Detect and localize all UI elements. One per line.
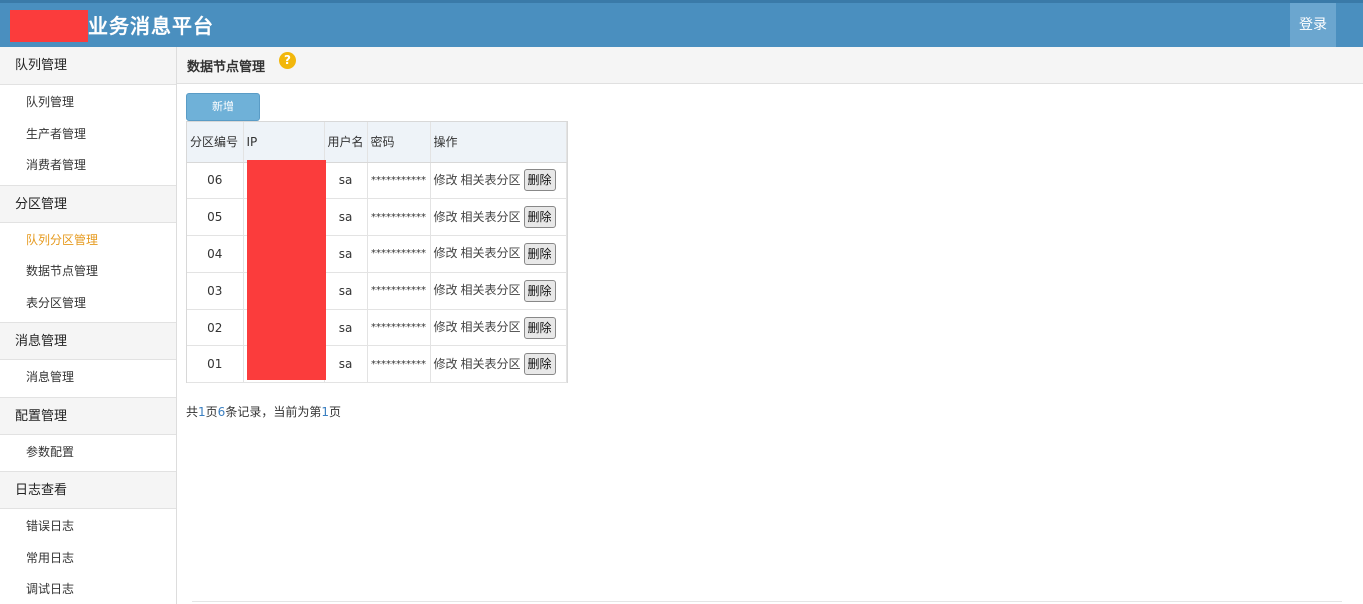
sidebar-group-log: 日志查看 错误日志 常用日志 调试日志	[0, 471, 176, 604]
add-button[interactable]: 新增	[186, 93, 260, 121]
redacted-logo	[10, 10, 88, 42]
sidebar-item-param-config[interactable]: 参数配置	[0, 437, 176, 469]
sidebar: 队列管理 队列管理 生产者管理 消费者管理 分区管理 队列分区管理 数据节点管理…	[0, 47, 177, 604]
sidebar-item-debug-log[interactable]: 调试日志	[0, 574, 176, 604]
cell-partition-id: 01	[187, 345, 244, 384]
sidebar-item-common-log[interactable]: 常用日志	[0, 543, 176, 575]
cell-operations: 修改 相关表分区 删除	[430, 272, 567, 310]
delete-button[interactable]: 删除	[523, 279, 556, 302]
sidebar-item-message-manage[interactable]: 消息管理	[0, 362, 176, 394]
cell-operations: 修改 相关表分区 删除	[430, 345, 567, 384]
related-partition-link[interactable]: 相关表分区	[461, 357, 521, 371]
sidebar-item-data-node[interactable]: 数据节点管理	[0, 256, 176, 288]
column-header-username: 用户名	[324, 122, 368, 163]
cell-password: ***********	[367, 162, 431, 200]
column-header-partition-id: 分区编号	[187, 122, 244, 163]
cell-partition-id: 03	[187, 272, 244, 310]
edit-link[interactable]: 修改	[434, 210, 458, 224]
column-header-operations: 操作	[430, 122, 567, 163]
table-row: 04 sa *********** 修改 相关表分区 删除	[187, 235, 567, 273]
delete-button[interactable]: 删除	[523, 353, 556, 376]
sidebar-group-partition: 分区管理 队列分区管理 数据节点管理 表分区管理	[0, 184, 176, 323]
cell-operations: 修改 相关表分区 删除	[430, 309, 567, 347]
content-header: 数据节点管理 ?	[177, 47, 1363, 84]
cell-username: sa	[324, 345, 368, 384]
table-row: 02 sa *********** 修改 相关表分区 删除	[187, 309, 567, 347]
delete-button[interactable]: 删除	[523, 242, 556, 265]
cell-partition-id: 02	[187, 309, 244, 347]
cell-password: ***********	[367, 309, 431, 347]
delete-button[interactable]: 删除	[523, 169, 556, 192]
sidebar-item-error-log[interactable]: 错误日志	[0, 511, 176, 543]
sidebar-item-queue-manage[interactable]: 队列管理	[0, 87, 176, 119]
sidebar-group-title[interactable]: 消息管理	[0, 322, 176, 360]
cell-username: sa	[324, 235, 368, 273]
table-row: 03 sa *********** 修改 相关表分区 删除	[187, 272, 567, 310]
cell-partition-id: 05	[187, 198, 244, 237]
top-header: 业务消息平台 登录	[0, 0, 1363, 47]
cell-password: ***********	[367, 345, 431, 384]
edit-link[interactable]: 修改	[434, 246, 458, 260]
pager-text: 页	[205, 405, 218, 419]
column-header-password: 密码	[367, 122, 431, 163]
cell-password: ***********	[367, 198, 431, 237]
related-partition-link[interactable]: 相关表分区	[461, 210, 521, 224]
cell-password: ***********	[367, 235, 431, 273]
data-node-table: 分区编号 IP 用户名 密码 操作 06 sa *********** 修改 相关表分区…	[186, 121, 568, 384]
related-partition-link[interactable]: 相关表分区	[461, 246, 521, 260]
pager-text: 共	[186, 405, 199, 419]
sidebar-item-table-partition[interactable]: 表分区管理	[0, 288, 176, 320]
pager-text: 条记录，当前为第	[225, 405, 322, 419]
sidebar-group-title[interactable]: 分区管理	[0, 184, 176, 223]
sidebar-group-title[interactable]: 日志查看	[0, 471, 176, 509]
edit-link[interactable]: 修改	[434, 320, 458, 334]
question-circle-icon[interactable]: ?	[279, 52, 296, 69]
edit-link[interactable]: 修改	[434, 283, 458, 297]
sidebar-item-producer-manage[interactable]: 生产者管理	[0, 119, 176, 151]
app-title: 业务消息平台	[88, 14, 214, 38]
pager-current-page[interactable]: 1	[321, 405, 329, 419]
sidebar-group-message: 消息管理 消息管理	[0, 322, 176, 397]
cell-username: sa	[324, 198, 368, 237]
column-header-ip: IP	[243, 122, 325, 163]
table-header-row: 分区编号 IP 用户名 密码 操作	[187, 122, 567, 163]
related-partition-link[interactable]: 相关表分区	[461, 283, 521, 297]
cell-username: sa	[324, 272, 368, 310]
cell-partition-id: 04	[187, 235, 244, 273]
cell-operations: 修改 相关表分区 删除	[430, 235, 567, 273]
cell-username: sa	[324, 309, 368, 347]
sidebar-group-config: 配置管理 参数配置	[0, 396, 176, 472]
edit-link[interactable]: 修改	[434, 357, 458, 371]
related-partition-link[interactable]: 相关表分区	[461, 173, 521, 187]
pager-text: 页	[328, 405, 341, 419]
redacted-ip-block	[247, 160, 326, 380]
cell-operations: 修改 相关表分区 删除	[430, 198, 567, 237]
pager-total-pages[interactable]: 1	[198, 405, 206, 419]
table-row: 06 sa *********** 修改 相关表分区 删除	[187, 162, 567, 200]
delete-button[interactable]: 删除	[523, 316, 556, 339]
table-row: 01 sa *********** 修改 相关表分区 删除	[187, 345, 567, 384]
cell-password: ***********	[367, 272, 431, 310]
sidebar-item-consumer-manage[interactable]: 消费者管理	[0, 150, 176, 182]
main-content: 数据节点管理 ? 新增 分区编号 IP 用户名 密码 操作 06 sa ******…	[177, 47, 1363, 604]
bottom-divider	[192, 601, 1342, 602]
cell-partition-id: 06	[187, 162, 244, 200]
login-button[interactable]: 登录	[1290, 3, 1336, 47]
table-row: 05 sa *********** 修改 相关表分区 删除	[187, 198, 567, 237]
edit-link[interactable]: 修改	[434, 173, 458, 187]
cell-operations: 修改 相关表分区 删除	[430, 162, 567, 200]
page-title: 数据节点管理	[187, 60, 266, 75]
delete-button[interactable]: 删除	[523, 206, 556, 229]
related-partition-link[interactable]: 相关表分区	[461, 320, 521, 334]
pagination-info: 共1页6条记录，当前为第1页	[186, 403, 341, 420]
sidebar-group-title[interactable]: 队列管理	[0, 47, 176, 85]
sidebar-group-queue: 队列管理 队列管理 生产者管理 消费者管理	[0, 47, 176, 185]
sidebar-item-queue-partition[interactable]: 队列分区管理	[0, 225, 176, 257]
cell-username: sa	[324, 162, 368, 200]
sidebar-group-title[interactable]: 配置管理	[0, 396, 176, 435]
